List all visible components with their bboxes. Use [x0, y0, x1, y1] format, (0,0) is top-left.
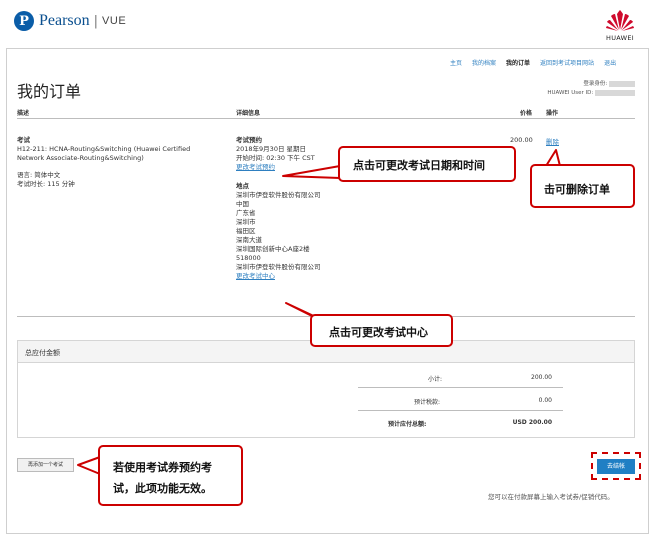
callout-change-center: 点击可更改考试中心 — [310, 314, 453, 347]
callout-pointer-voucher — [77, 456, 101, 475]
callout-voucher-note: 若使用考试券预约考试，此项功能无效。 — [98, 445, 243, 506]
callout-pointer-time — [282, 165, 341, 179]
callout-delete-order: 击可删除订单 — [530, 164, 635, 208]
callout-change-time: 点击可更改考试日期和时间 — [338, 146, 516, 182]
